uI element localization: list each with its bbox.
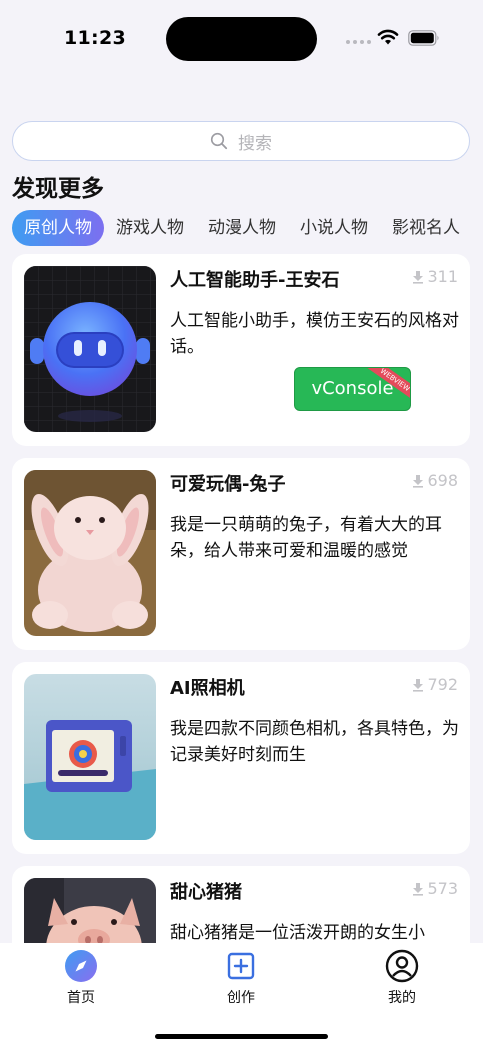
vconsole-label: vConsole <box>311 378 394 399</box>
download-count: 311 <box>411 267 458 286</box>
tab-original-characters[interactable]: 原创人物 <box>12 210 104 246</box>
download-icon <box>413 678 424 692</box>
character-card-ai-camera[interactable]: AI照相机 792 我是四款不同颜色相机，各具特色，为记录美好时刻而生 <box>12 662 470 854</box>
download-icon <box>413 270 424 284</box>
search-placeholder: 搜索 <box>238 133 272 154</box>
download-count-value: 311 <box>427 267 458 286</box>
download-icon <box>413 882 424 896</box>
category-tabs: 原创人物 游戏人物 动漫人物 小说人物 影视名人 <box>12 210 483 246</box>
vconsole-button[interactable]: vConsole WEBVIEW <box>294 367 411 411</box>
camera-device-image <box>24 674 156 840</box>
download-count: 792 <box>411 675 458 694</box>
dynamic-island <box>166 17 317 61</box>
card-description: 我是一只萌萌的兔子，有着大大的耳朵，给人带来可爱和温暖的感觉 <box>170 515 442 561</box>
card-description: 我是四款不同颜色相机，各具特色，为记录美好时刻而生 <box>170 719 459 765</box>
tab-novel-characters[interactable]: 小说人物 <box>288 210 380 246</box>
download-icon <box>413 474 424 488</box>
download-count-value: 698 <box>427 471 458 490</box>
home-indicator <box>155 1034 328 1039</box>
battery-icon <box>408 30 439 46</box>
signal-icon <box>346 40 371 44</box>
tab-bar-create[interactable]: 创作 <box>201 949 281 1007</box>
plush-rabbit-image <box>24 470 156 636</box>
wifi-icon <box>377 29 399 45</box>
robot-avatar-image <box>24 266 156 432</box>
tab-anime-characters[interactable]: 动漫人物 <box>196 210 288 246</box>
compass-icon <box>65 950 97 982</box>
download-count: 573 <box>411 879 458 898</box>
card-title: 甜心猪猪 <box>170 882 242 903</box>
status-time: 11:23 <box>64 27 126 49</box>
card-title: 可爱玩偶-兔子 <box>170 474 286 495</box>
tab-bar-profile-label: 我的 <box>388 990 416 1006</box>
card-description: 人工智能小助手，模仿王安石的风格对话。 <box>170 311 459 357</box>
tab-film-celebrities[interactable]: 影视名人 <box>380 210 472 246</box>
character-card-rabbit[interactable]: 可爱玩偶-兔子 698 我是一只萌萌的兔子，有着大大的耳朵，给人带来可爱和温暖的… <box>12 458 470 650</box>
download-count-value: 792 <box>427 675 458 694</box>
plus-square-icon <box>227 952 255 980</box>
download-count: 698 <box>411 471 458 490</box>
section-title: 发现更多 <box>12 176 104 202</box>
search-input[interactable]: 搜索 <box>12 121 470 161</box>
card-title: AI照相机 <box>170 678 245 699</box>
download-count-value: 573 <box>427 879 458 898</box>
card-title: 人工智能助手-王安石 <box>170 270 340 291</box>
tab-bar-profile[interactable]: 我的 <box>362 949 442 1007</box>
search-icon <box>210 132 228 150</box>
status-bar: 11:23 <box>0 0 483 80</box>
tab-game-characters[interactable]: 游戏人物 <box>104 210 196 246</box>
tab-bar-create-label: 创作 <box>227 990 255 1006</box>
character-card-wang-anshi[interactable]: 人工智能助手-王安石 311 人工智能小助手，模仿王安石的风格对话。 <box>12 254 470 446</box>
user-icon <box>385 949 419 983</box>
tab-bar-home[interactable]: 首页 <box>41 949 121 1007</box>
tab-bar-home-label: 首页 <box>67 990 95 1006</box>
